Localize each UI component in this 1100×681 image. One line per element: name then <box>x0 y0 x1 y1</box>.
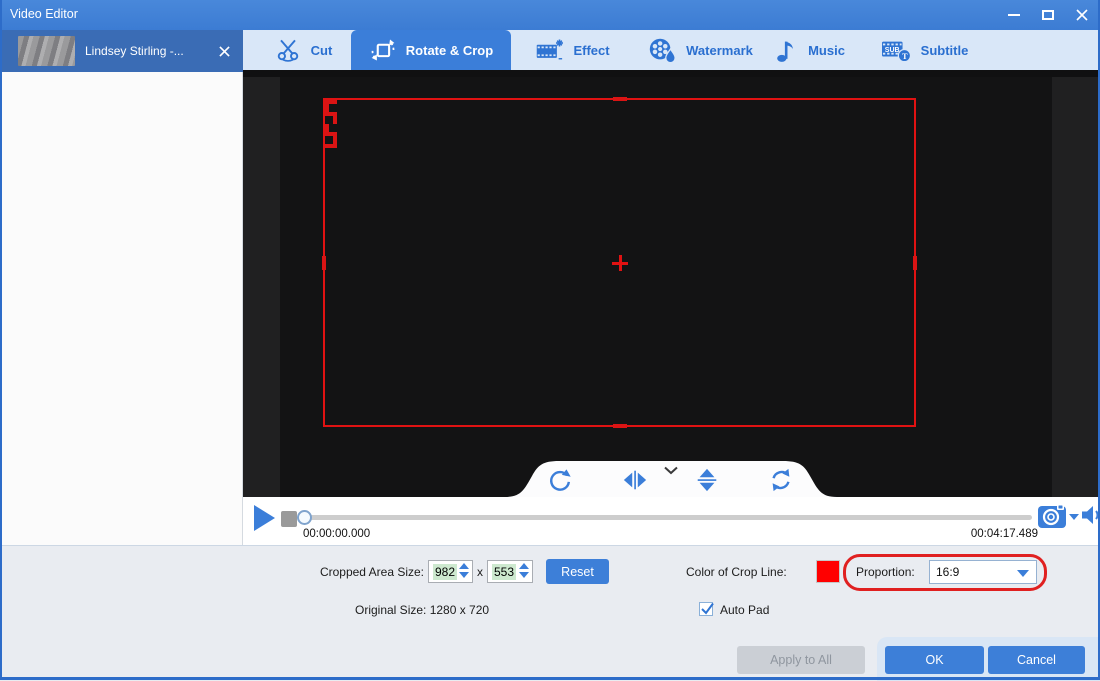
crop-line-color-swatch[interactable] <box>816 560 840 583</box>
speaker-icon <box>1082 506 1100 524</box>
original-size-label: Original Size: 1280 x 720 <box>355 603 490 617</box>
spinner-up-icon[interactable] <box>459 563 469 569</box>
close-button[interactable] <box>1066 0 1098 30</box>
tab-label: Watermark <box>686 42 753 58</box>
playback-bar: 00:00:00.000 00:04:17.489 <box>243 497 1100 545</box>
crop-width-input[interactable]: 982 <box>428 560 473 583</box>
svg-text:T: T <box>902 52 908 61</box>
rotate-180-icon <box>772 468 790 492</box>
volume-button[interactable] <box>1082 505 1100 530</box>
tab-label: Effect <box>573 42 610 58</box>
seek-slider-thumb[interactable] <box>297 510 312 525</box>
crop-handle-top-right[interactable] <box>325 112 337 124</box>
crop-handle-bottom-left[interactable] <box>325 124 337 136</box>
auto-pad-label: Auto Pad <box>720 603 770 617</box>
cancel-button[interactable]: Cancel <box>988 646 1085 674</box>
close-icon <box>1076 9 1088 21</box>
media-list-panel: Lindsey Stirling -... <box>0 30 243 545</box>
seek-slider-track[interactable] <box>303 515 1032 520</box>
crop-handle-top[interactable] <box>612 97 627 101</box>
maximize-button[interactable] <box>1032 0 1064 30</box>
scissors-icon <box>277 39 298 62</box>
collapse-chevron[interactable] <box>663 462 679 480</box>
play-icon <box>254 505 275 531</box>
video-thumbnail <box>18 36 75 66</box>
flip-horizontal-icon <box>623 470 647 490</box>
title-bar: Video Editor <box>0 0 1100 30</box>
crop-handle-left[interactable] <box>322 255 326 270</box>
ok-button[interactable]: OK <box>885 646 984 674</box>
settings-panel: Cropped Area Size: 982 x 553 Reset Color… <box>0 545 1100 681</box>
crop-width-spinner[interactable] <box>459 563 469 578</box>
minimize-button[interactable] <box>998 0 1030 30</box>
crop-handle-bottom[interactable] <box>612 424 627 428</box>
crop-handle-top-left[interactable] <box>325 100 337 112</box>
stop-button[interactable] <box>281 511 297 527</box>
tab-label: Cut <box>310 42 333 58</box>
tab-label: Music <box>808 42 845 58</box>
close-icon <box>218 45 230 57</box>
apply-to-all-button[interactable]: Apply to All <box>737 646 865 674</box>
tab-label: Rotate & Crop <box>405 42 494 58</box>
tab-watermark[interactable]: Watermark <box>627 30 773 70</box>
crop-width-value: 982 <box>433 563 458 580</box>
snapshot-button[interactable] <box>1038 504 1066 533</box>
checkmark-icon <box>701 602 714 615</box>
flip-horizontal-button[interactable] <box>621 466 649 494</box>
crop-handle-bottom-right[interactable] <box>325 136 337 148</box>
flip-vertical-button[interactable] <box>693 466 721 494</box>
tab-music[interactable]: Music <box>759 30 859 70</box>
total-duration: 00:04:17.489 <box>970 528 1038 540</box>
reset-button[interactable]: Reset <box>546 559 609 584</box>
crop-height-input[interactable]: 553 <box>487 560 533 583</box>
transform-toolbar <box>505 461 837 497</box>
spinner-down-icon[interactable] <box>519 572 529 578</box>
window-title: Video Editor <box>10 7 78 21</box>
crop-line-color-label: Color of Crop Line: <box>686 565 787 579</box>
elapsed-time: 00:00:00.000 <box>303 528 371 540</box>
rotate-180-button[interactable] <box>767 466 795 494</box>
tab-rotate-and-crop[interactable]: Rotate & Crop <box>351 30 511 70</box>
media-item-title: Lindsey Stirling -... <box>85 44 184 58</box>
crop-height-spinner[interactable] <box>519 563 529 578</box>
spinner-down-icon[interactable] <box>459 572 469 578</box>
preview-top-band <box>243 70 1100 77</box>
media-list-item[interactable]: Lindsey Stirling -... <box>0 30 243 72</box>
maximize-icon <box>1042 10 1054 20</box>
minimize-icon <box>1008 14 1020 16</box>
rotate-crop-icon <box>371 39 395 61</box>
camera-icon <box>1038 504 1066 528</box>
spinner-up-icon[interactable] <box>519 563 529 569</box>
tab-cut[interactable]: Cut <box>255 30 351 70</box>
music-icon <box>777 41 794 62</box>
editor-toolbar: Cut Rotate & Crop Effect Watermark Music… <box>243 30 1100 70</box>
tab-subtitle[interactable]: SUB T Subtitle <box>859 30 989 70</box>
play-button[interactable] <box>252 504 276 537</box>
proportion-dropdown[interactable]: 16:9 <box>929 560 1037 584</box>
watermark-icon <box>649 38 676 64</box>
proportion-value: 16:9 <box>936 565 960 579</box>
tab-effect[interactable]: Effect <box>517 30 627 70</box>
flip-vertical-icon <box>697 468 717 492</box>
cropped-area-size-label: Cropped Area Size: <box>319 565 424 579</box>
tab-label: Subtitle <box>920 42 969 58</box>
svg-text:SUB: SUB <box>884 47 899 54</box>
dropdown-arrow-icon <box>1017 570 1029 577</box>
crop-center-crosshair <box>618 254 622 271</box>
video-preview-area <box>243 70 1100 497</box>
crop-height-value: 553 <box>492 563 517 580</box>
subtitle-icon: SUB T <box>881 41 911 63</box>
rotate-cw-icon <box>550 469 571 491</box>
snapshot-menu-arrow-icon[interactable] <box>1069 514 1079 520</box>
rotate-90-button[interactable] <box>546 466 574 494</box>
proportion-label: Proportion: <box>856 565 915 579</box>
auto-pad-checkbox[interactable] <box>699 602 714 616</box>
effect-icon <box>537 39 564 60</box>
crop-rectangle[interactable] <box>322 97 917 428</box>
size-separator-label: x <box>477 565 483 579</box>
crop-handle-right[interactable] <box>913 255 917 270</box>
remove-media-button[interactable] <box>216 43 232 59</box>
